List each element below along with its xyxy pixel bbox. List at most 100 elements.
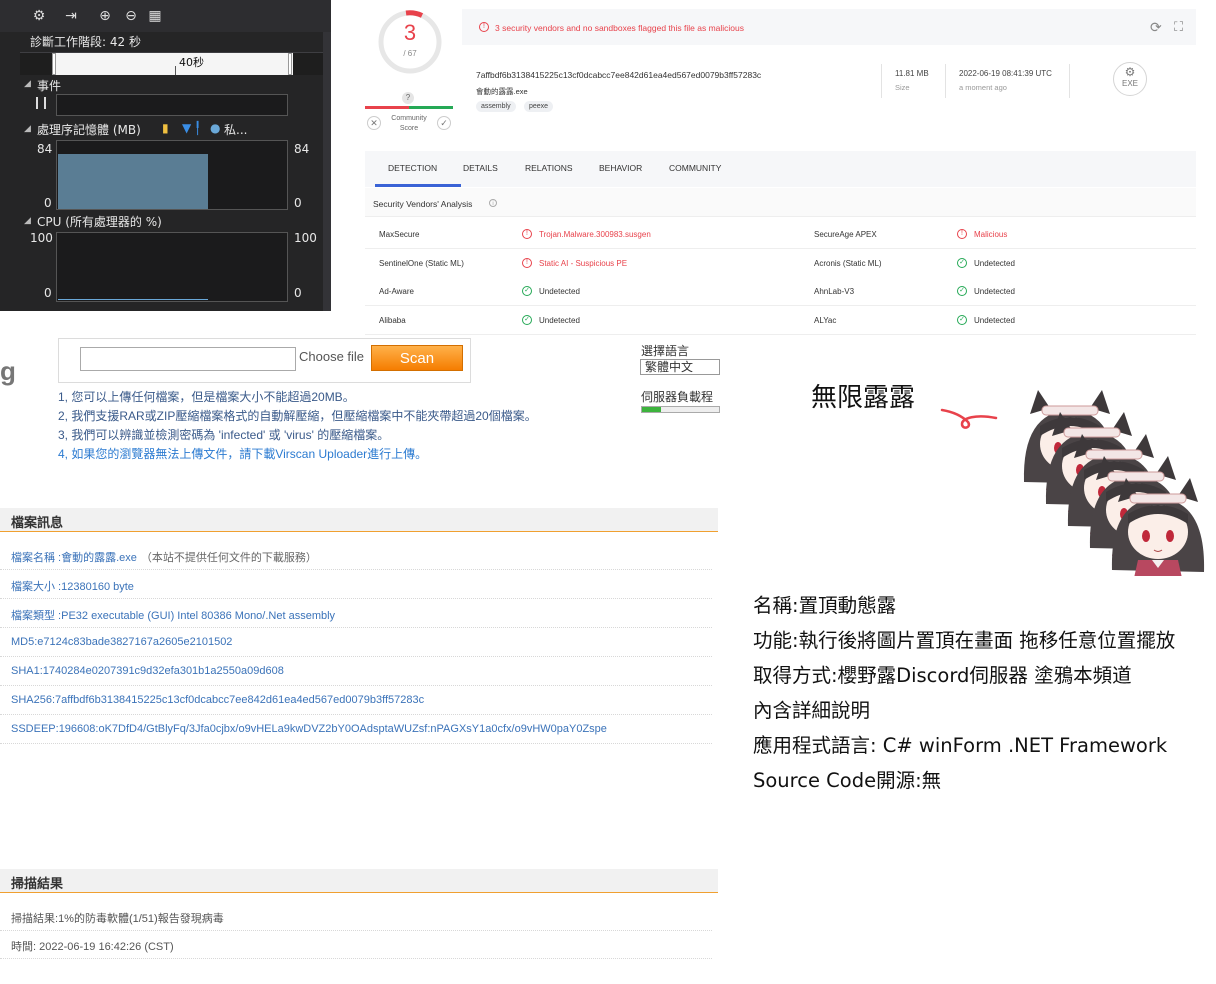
scan-button[interactable]: Scan	[371, 345, 463, 371]
alert-icon: !	[479, 22, 489, 32]
collapse-arrow-icon[interactable]: ◢	[24, 79, 36, 89]
events-title: 事件	[37, 79, 62, 93]
community-label: Community	[391, 115, 427, 122]
file-info-value: 7affbdf6b3138415225c13cf0dcabcc7ee842d61…	[55, 694, 425, 706]
gear-icon[interactable]: ⚙	[30, 8, 48, 24]
collapse-arrow-icon[interactable]: ◢	[24, 216, 36, 226]
app-info-line: 功能:執行後將圖片置頂在畫面 拖移任意位置擺放	[753, 629, 1176, 652]
undetected-icon: ✓	[957, 257, 967, 268]
tab-details[interactable]: DETAILS	[463, 163, 498, 173]
vendor-result: Undetected	[974, 315, 1015, 325]
file-info-row: 檔案類型 :PE32 executable (GUI) Intel 80386 …	[0, 599, 712, 628]
file-info-value: 1740284e0207391c9d32efa301b1a2550a09d608	[42, 665, 284, 677]
score-label: Score	[399, 125, 419, 132]
scan-date-value: 2022-06-19 08:41:39 UTC	[959, 69, 1052, 78]
file-info-header: 檔案訊息	[0, 508, 718, 532]
community-score-bar	[365, 106, 453, 109]
zoom-in-icon[interactable]: ⊕	[96, 8, 114, 24]
tab-relations[interactable]: RELATIONS	[525, 163, 573, 173]
vendor-row: Ad-Aware ✓ Undetected AhnLab-V3 ✓ Undetected	[365, 277, 1196, 306]
alert-text: 3 security vendors and no sandboxes flag…	[495, 23, 745, 33]
private-legend-label: 私...	[224, 123, 248, 137]
file-info-label: 檔案名稱 :	[11, 552, 62, 564]
diagnostic-tools-panel: ⚙ ⇥ ⊕ ⊖ ▦ 診斷工作階段: 42 秒 40秒 ◢ 事件 ◢ 處理序記憶體…	[0, 0, 331, 311]
scan-result-row: 掃描結果:1%的防毒軟體(1/51)報告發現病毒	[0, 902, 712, 931]
reanalyze-icon[interactable]: ⟳	[1150, 19, 1162, 36]
memory-axis-min-right: 0	[294, 196, 302, 210]
vendor-result: Undetected	[539, 315, 580, 325]
vendor-name: AhnLab-V3	[814, 287, 855, 296]
downvote-icon[interactable]: ✕	[367, 116, 381, 130]
undetected-icon: ✓	[522, 314, 532, 325]
file-info-row: SHA1:1740284e0207391c9d32efa301b1a2550a0…	[0, 657, 712, 686]
file-info-label: SHA256:	[11, 694, 56, 706]
timeline-end-handle[interactable]	[288, 53, 292, 75]
upvote-icon[interactable]: ✓	[437, 116, 451, 130]
vendor-row: MaxSecure! Trojan.Malware.300983.susgen Se…	[365, 220, 1196, 249]
export-icon[interactable]: ⇥	[62, 8, 80, 24]
cpu-axis-min-left: 0	[44, 286, 52, 300]
upload-tip: 1, 您可以上傳任何檔案，但是檔案大小不能超過20MB。	[58, 390, 355, 404]
pause-icon[interactable]	[36, 97, 46, 109]
file-info-row: 檔案名稱 :會動的露露.exe （本站不提供任何文件的下載服務）	[0, 541, 712, 570]
upload-tip: 4, 如果您的瀏覽器無法上傳文件，請下載Virscan Uploader進行上傳…	[58, 445, 427, 462]
zoom-out-icon[interactable]: ⊖	[122, 8, 140, 24]
vertical-scrollbar[interactable]	[323, 32, 331, 311]
choose-file-button[interactable]: Choose file	[299, 349, 364, 364]
graph-icon[interactable]: ⛶	[1174, 19, 1183, 35]
snapshot-legend-icon: ▮	[162, 121, 169, 135]
undetected-icon: ✓	[957, 286, 967, 296]
vendor-result: Trojan.Malware.300983.susgen	[539, 230, 651, 239]
tag-assembly[interactable]: assembly	[476, 101, 516, 112]
events-track	[56, 94, 288, 116]
session-duration: 診斷工作階段: 42 秒	[30, 35, 141, 49]
tag-peexe[interactable]: peexe	[524, 101, 554, 112]
uploader-download-link[interactable]: 請下載Virscan Uploader進行上傳。	[239, 447, 427, 461]
file-size-value: 11.81 MB	[895, 69, 929, 78]
server-load-bar	[641, 406, 720, 413]
score-value: 3	[403, 20, 417, 45]
divider	[945, 64, 946, 98]
tab-behavior[interactable]: BEHAVIOR	[599, 163, 642, 173]
language-select[interactable]: 繁體中文	[640, 359, 720, 375]
memory-graph[interactable]	[56, 140, 288, 210]
timeline-selection[interactable]: 40秒	[55, 53, 293, 75]
reset-zoom-icon[interactable]: ▦	[146, 8, 164, 24]
collapse-arrow-icon[interactable]: ◢	[24, 124, 36, 134]
file-info-text: 檔案類型 :PE32 executable (GUI) Intel 80386 …	[11, 607, 335, 623]
info-icon[interactable]: i	[489, 199, 497, 207]
file-name: 會動的露露.exe	[476, 87, 528, 96]
file-info-label: SSDEEP:	[11, 723, 59, 735]
cpu-axis-min-right: 0	[294, 286, 302, 300]
server-load-label: 伺服器負載程	[641, 390, 714, 404]
file-info-value: PE32 executable (GUI) Intel 80386 Mono/.…	[61, 610, 336, 622]
tab-detection[interactable]: DETECTION	[388, 163, 437, 173]
timeline-ruler[interactable]: 40秒	[20, 52, 325, 75]
app-info-line: 內含詳細說明	[753, 699, 871, 722]
cpu-axis-max-left: 100	[30, 231, 53, 245]
cpu-title: CPU (所有處理器的 %)	[37, 215, 162, 229]
vendor-result: Undetected	[974, 287, 1015, 296]
memory-title: 處理序記憶體 (MB)	[37, 123, 141, 137]
file-info-text: MD5:e7124c83bade3827167a2605e2101502	[11, 636, 232, 648]
file-info-row: MD5:e7124c83bade3827167a2605e2101502	[0, 628, 712, 657]
vendor-row: SentinelOne (Static ML)! Static AI - Susp…	[365, 248, 1196, 278]
virustotal-panel: 3 / 67 ? ✕ Community Score ✓ ! 3 securit…	[365, 0, 1216, 335]
timeline-tick	[175, 66, 176, 75]
undetected-icon: ✓	[957, 314, 967, 325]
vendor-name: SecureAge APEX	[814, 230, 877, 239]
app-info-line: Source Code開源:無	[753, 769, 942, 792]
scan-results-header: 掃描結果	[0, 869, 718, 893]
cpu-graph[interactable]	[56, 232, 288, 302]
file-info-title: 檔案訊息	[11, 515, 64, 530]
file-info-text: SSDEEP:196608:oK7DfD4/GtBlyFq/3Jfa0cjbx/…	[11, 723, 607, 735]
file-info-text: SHA1:1740284e0207391c9d32efa301b1a2550a0…	[11, 665, 284, 677]
tab-bar: DETECTION DETAILS RELATIONS BEHAVIOR COM…	[365, 151, 1196, 187]
timeline-start-handle[interactable]	[52, 53, 56, 75]
tab-community[interactable]: COMMUNITY	[669, 163, 721, 173]
file-path-input[interactable]	[80, 347, 296, 371]
vendors-section-header: Security Vendors' Analysis i	[365, 188, 1196, 217]
scan-date-label: a moment ago	[959, 83, 1007, 92]
upload-section: g Choose file Scan 1, 您可以上傳任何檔案，但是檔案大小不能…	[0, 330, 720, 480]
vendor-result: Static AI - Suspicious PE	[539, 258, 628, 268]
